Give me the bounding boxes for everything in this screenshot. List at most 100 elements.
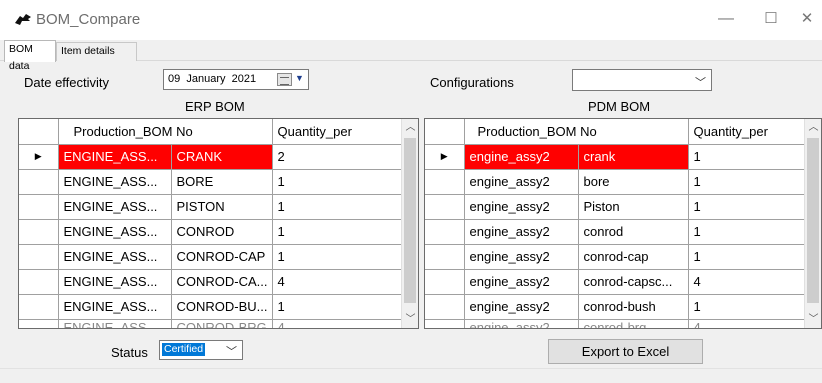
row-header[interactable] — [425, 269, 465, 295]
item-no-cell[interactable]: conrod-cap — [578, 244, 689, 270]
quantity-cell[interactable]: 1 — [272, 294, 403, 320]
column-header-production-bom-no[interactable]: Production_BOM No — [464, 119, 689, 145]
date-effectivity-picker[interactable]: 09 January 2021 ▼ — [163, 69, 309, 90]
quantity-cell[interactable]: 4 — [688, 269, 807, 295]
row-header[interactable] — [19, 319, 59, 328]
row-header[interactable] — [425, 319, 465, 328]
tab-item-details[interactable]: Item details — [56, 42, 137, 61]
row-header[interactable] — [425, 219, 465, 245]
production-bom-cell[interactable]: ENGINE_ASS... — [58, 169, 172, 195]
row-header[interactable] — [19, 219, 59, 245]
production-bom-cell[interactable]: engine_assy2 — [464, 169, 579, 195]
production-bom-cell[interactable]: ENGINE_ASS... — [58, 219, 172, 245]
quantity-cell[interactable]: 1 — [272, 194, 403, 220]
production-bom-cell[interactable]: engine_assy2 — [464, 194, 579, 220]
row-header[interactable] — [19, 244, 59, 270]
close-button[interactable]: ✕ — [792, 8, 822, 32]
quantity-cell[interactable]: 1 — [272, 219, 403, 245]
maximize-button[interactable]: ☐ — [756, 8, 786, 32]
item-no-cell[interactable]: Piston — [578, 194, 689, 220]
quantity-cell[interactable]: 4 — [272, 269, 403, 295]
table-row[interactable]: engine_assy2 conrod-cap 1 — [425, 244, 807, 270]
row-header[interactable] — [425, 169, 465, 195]
item-no-cell[interactable]: CONROD-BRG — [171, 319, 273, 328]
quantity-cell[interactable]: 1 — [688, 219, 807, 245]
scroll-thumb[interactable] — [807, 138, 819, 303]
row-header[interactable] — [19, 194, 59, 220]
calendar-icon[interactable] — [277, 73, 292, 86]
quantity-cell[interactable]: 1 — [688, 294, 807, 320]
minimize-button[interactable]: — — [711, 8, 741, 32]
item-no-cell[interactable]: bore — [578, 169, 689, 195]
table-row[interactable]: ENGINE_ASS... CONROD-CAP 1 — [19, 244, 403, 270]
table-row[interactable]: ENGINE_ASS... PISTON 1 — [19, 194, 403, 220]
scroll-up-icon[interactable]: ︿ — [402, 119, 418, 136]
production-bom-cell[interactable]: engine_assy2 — [464, 244, 579, 270]
scroll-down-icon[interactable]: ﹀ — [805, 311, 821, 328]
export-to-excel-button[interactable]: Export to Excel — [548, 339, 703, 364]
production-bom-cell[interactable]: ENGINE_ASS... — [58, 319, 172, 328]
scroll-down-icon[interactable]: ﹀ — [402, 311, 418, 328]
item-no-cell[interactable]: PISTON — [171, 194, 273, 220]
quantity-cell[interactable]: 1 — [688, 244, 807, 270]
pdm-scrollbar[interactable]: ︿ ﹀ — [804, 119, 821, 328]
configurations-dropdown[interactable]: ﹀ — [572, 69, 712, 91]
item-no-cell[interactable]: conrod — [578, 219, 689, 245]
table-row[interactable]: ENGINE_ASS... CONROD-CA... 4 — [19, 269, 403, 295]
item-no-cell[interactable]: CONROD — [171, 219, 273, 245]
production-bom-cell[interactable]: ENGINE_ASS... — [58, 194, 172, 220]
column-header-quantity-per[interactable]: Quantity_per — [272, 119, 403, 145]
production-bom-cell[interactable]: engine_assy2 — [464, 319, 579, 328]
chevron-down-icon[interactable]: ﹀ — [695, 74, 706, 90]
table-row[interactable]: engine_assy2 conrod-brg 4 — [425, 319, 807, 328]
column-header-quantity-per[interactable]: Quantity_per — [688, 119, 807, 145]
quantity-cell[interactable]: 4 — [688, 319, 807, 328]
production-bom-cell[interactable]: ENGINE_ASS... — [58, 269, 172, 295]
table-row[interactable]: ▶ ENGINE_ASS... CRANK 2 — [19, 144, 403, 170]
production-bom-cell[interactable]: engine_assy2 — [464, 144, 579, 170]
table-row[interactable]: engine_assy2 conrod-bush 1 — [425, 294, 807, 320]
table-row[interactable]: ENGINE_ASS... CONROD-BRG 4 — [19, 319, 403, 328]
table-row[interactable]: engine_assy2 bore 1 — [425, 169, 807, 195]
item-no-cell[interactable]: BORE — [171, 169, 273, 195]
row-header[interactable] — [425, 194, 465, 220]
row-header[interactable] — [19, 269, 59, 295]
column-header-production-bom-no[interactable]: Production_BOM No — [58, 119, 273, 145]
row-header[interactable] — [19, 294, 59, 320]
item-no-cell[interactable]: CONROD-BU... — [171, 294, 273, 320]
item-no-cell[interactable]: crank — [578, 144, 689, 170]
row-pointer-icon[interactable]: ▶ — [425, 144, 465, 170]
table-row[interactable]: ENGINE_ASS... CONROD 1 — [19, 219, 403, 245]
item-no-cell[interactable]: conrod-brg — [578, 319, 689, 328]
status-dropdown[interactable]: Certified ﹀ — [159, 340, 243, 360]
quantity-cell[interactable]: 4 — [272, 319, 403, 328]
item-no-cell[interactable]: conrod-capsc... — [578, 269, 689, 295]
table-row[interactable]: engine_assy2 conrod 1 — [425, 219, 807, 245]
row-header[interactable] — [19, 169, 59, 195]
chevron-down-icon[interactable]: ﹀ — [226, 343, 237, 359]
item-no-cell[interactable]: CONROD-CAP — [171, 244, 273, 270]
erp-scrollbar[interactable]: ︿ ﹀ — [401, 119, 418, 328]
production-bom-cell[interactable]: ENGINE_ASS... — [58, 144, 172, 170]
table-row[interactable]: ▶ engine_assy2 crank 1 — [425, 144, 807, 170]
item-no-cell[interactable]: CONROD-CA... — [171, 269, 273, 295]
quantity-cell[interactable]: 2 — [272, 144, 403, 170]
table-row[interactable]: engine_assy2 conrod-capsc... 4 — [425, 269, 807, 295]
quantity-cell[interactable]: 1 — [272, 169, 403, 195]
table-row[interactable]: engine_assy2 Piston 1 — [425, 194, 807, 220]
production-bom-cell[interactable]: ENGINE_ASS... — [58, 294, 172, 320]
table-row[interactable]: ENGINE_ASS... BORE 1 — [19, 169, 403, 195]
table-row[interactable]: ENGINE_ASS... CONROD-BU... 1 — [19, 294, 403, 320]
production-bom-cell[interactable]: engine_assy2 — [464, 294, 579, 320]
quantity-cell[interactable]: 1 — [272, 244, 403, 270]
chevron-down-icon[interactable]: ▼ — [295, 73, 304, 83]
erp-bom-grid[interactable]: Production_BOM No Quantity_per ▶ ENGINE_A… — [18, 118, 419, 329]
production-bom-cell[interactable]: engine_assy2 — [464, 219, 579, 245]
quantity-cell[interactable]: 1 — [688, 144, 807, 170]
quantity-cell[interactable]: 1 — [688, 169, 807, 195]
item-no-cell[interactable]: conrod-bush — [578, 294, 689, 320]
item-no-cell[interactable]: CRANK — [171, 144, 273, 170]
scroll-thumb[interactable] — [404, 138, 416, 303]
tab-bom-data[interactable]: BOM data — [4, 40, 56, 72]
row-header[interactable] — [425, 244, 465, 270]
